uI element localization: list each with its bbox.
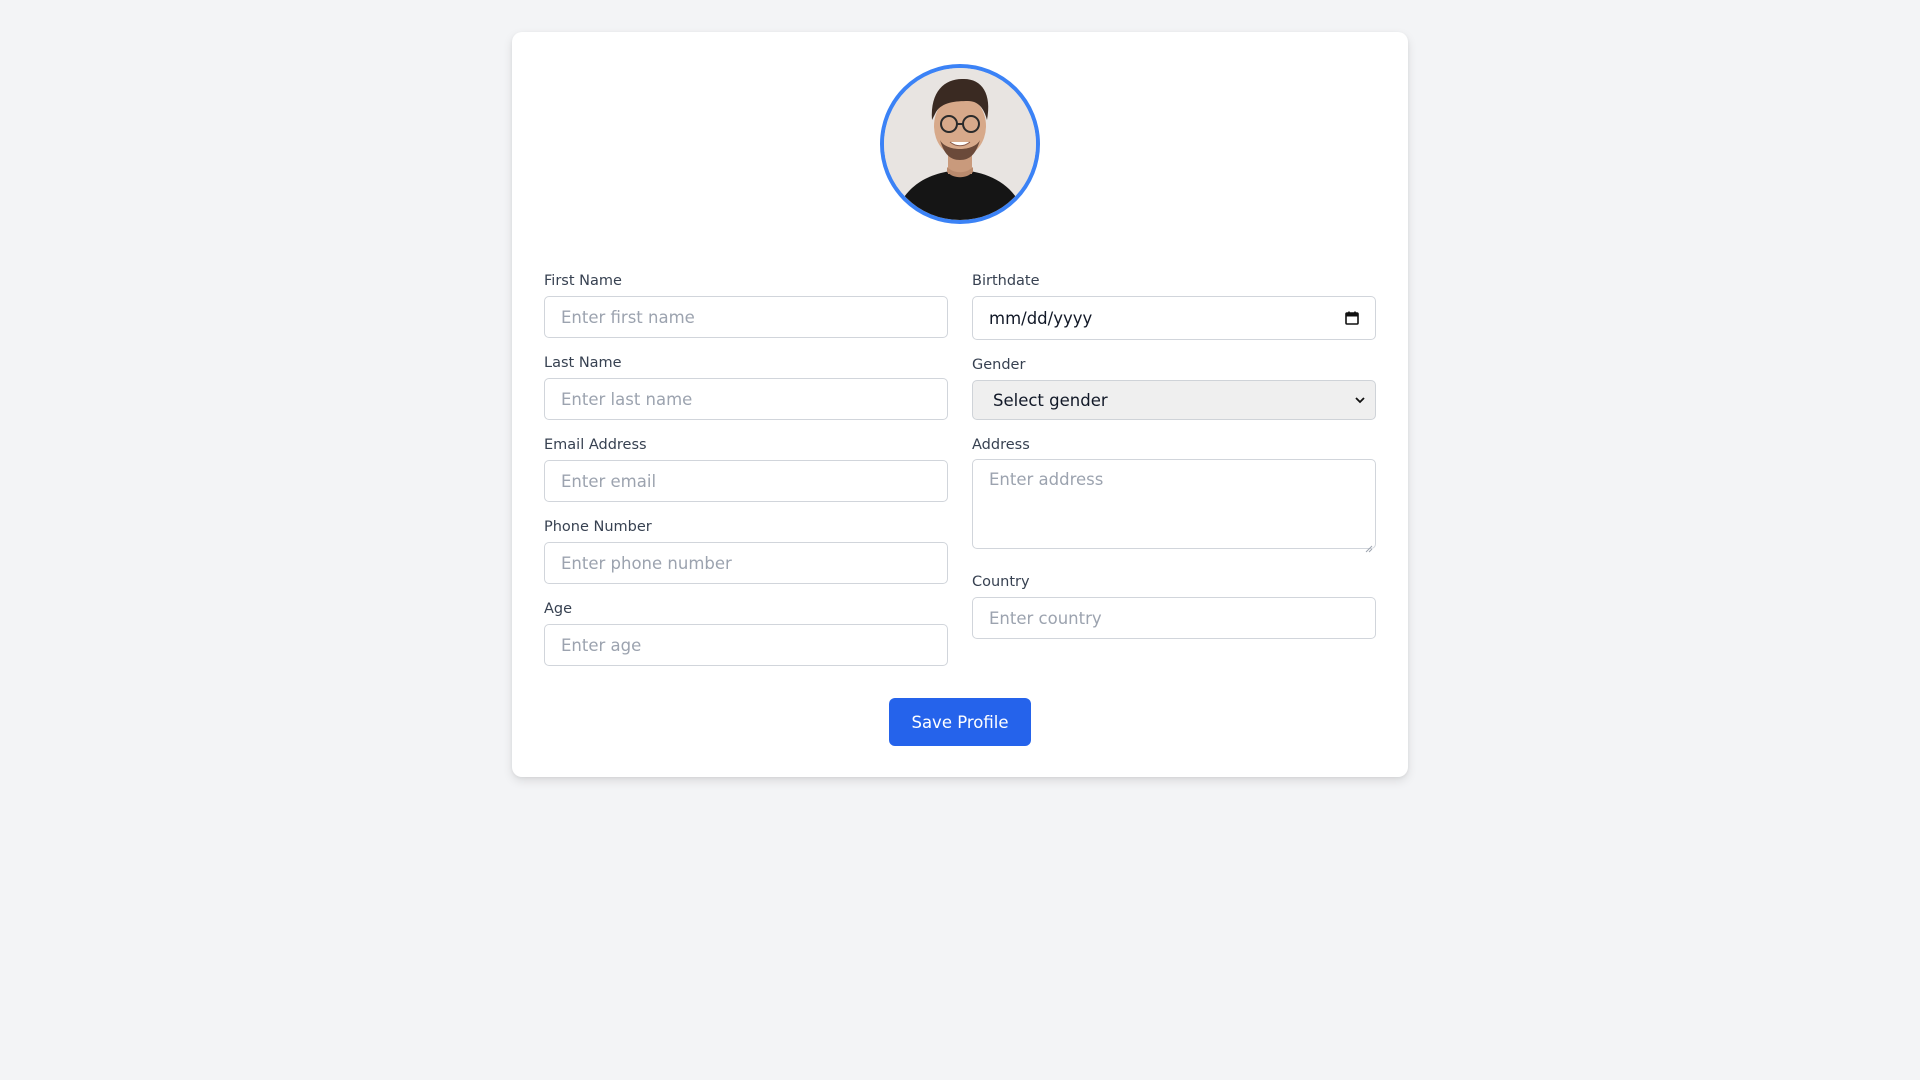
country-placeholder: Enter country	[989, 608, 1102, 628]
age-input[interactable]: Enter age	[544, 624, 948, 666]
address-field: Address Enter address	[972, 436, 1376, 553]
first-name-placeholder: Enter first name	[561, 307, 695, 327]
phone-label: Phone Number	[544, 519, 652, 535]
first-name-field: First Name Enter first name	[544, 272, 948, 338]
profile-avatar[interactable]	[880, 64, 1040, 224]
profile-card: First Name Enter first name Last Name En…	[512, 32, 1408, 777]
phone-input[interactable]: Enter phone number	[544, 542, 948, 584]
gender-field: Gender Select gender	[972, 356, 1376, 420]
last-name-placeholder: Enter last name	[561, 389, 693, 409]
email-label: Email Address	[544, 437, 647, 453]
avatar-photo	[884, 68, 1036, 220]
age-placeholder: Enter age	[561, 635, 642, 655]
birthdate-input[interactable]: mm/dd/yyyy	[972, 296, 1376, 340]
address-label: Address	[972, 437, 1030, 453]
email-placeholder: Enter email	[561, 471, 657, 491]
country-field: Country Enter country	[972, 573, 1376, 639]
age-field: Age Enter age	[544, 600, 948, 666]
resize-grip-icon[interactable]	[1365, 538, 1373, 553]
address-placeholder: Enter address	[989, 470, 1104, 489]
birthdate-label: Birthdate	[972, 273, 1040, 289]
gender-selected-value: Select gender	[993, 390, 1108, 410]
last-name-field: Last Name Enter last name	[544, 354, 948, 420]
country-input[interactable]: Enter country	[972, 597, 1376, 639]
birthdate-field: Birthdate mm/dd/yyyy	[972, 272, 1376, 340]
email-input[interactable]: Enter email	[544, 460, 948, 502]
age-label: Age	[544, 601, 573, 617]
country-label: Country	[972, 574, 1030, 590]
first-name-input[interactable]: Enter first name	[544, 296, 948, 338]
gender-label: Gender	[972, 357, 1026, 373]
last-name-label: Last Name	[544, 355, 622, 371]
address-textarea[interactable]: Enter address	[972, 459, 1376, 553]
email-field: Email Address Enter email	[544, 436, 948, 502]
phone-field: Phone Number Enter phone number	[544, 518, 948, 584]
phone-placeholder: Enter phone number	[561, 553, 732, 573]
first-name-label: First Name	[544, 273, 622, 289]
save-profile-button[interactable]: Save Profile	[889, 698, 1031, 746]
gender-select[interactable]: Select gender	[972, 380, 1376, 420]
last-name-input[interactable]: Enter last name	[544, 378, 948, 420]
chevron-down-icon	[1355, 396, 1365, 404]
calendar-icon[interactable]	[1345, 311, 1359, 325]
birthdate-value: mm/dd/yyyy	[989, 308, 1093, 328]
